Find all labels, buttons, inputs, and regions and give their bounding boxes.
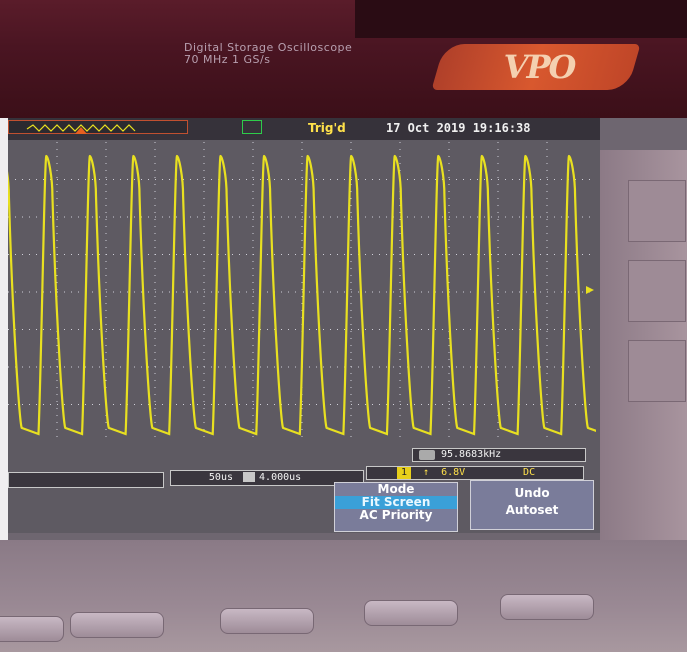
trigger-channel-badge: 1: [397, 467, 411, 479]
trigger-readout: 1 ↑ 6.8V DC: [366, 466, 584, 480]
coupling-label: DC: [523, 467, 536, 478]
oscilloscope-screen: Trig'd 17 Oct 2019 19:16:38 95.8683kHz 5…: [8, 118, 600, 533]
top-band: [355, 0, 687, 38]
channel-1-waveform: [8, 154, 596, 436]
product-spec: 70 MHz 1 GS/s: [184, 53, 271, 66]
undo-autoset-button[interactable]: Undo Autoset: [470, 480, 594, 530]
trigger-level-marker: [586, 286, 594, 294]
trigger-status: Trig'd: [308, 121, 346, 135]
softkey-1[interactable]: [0, 616, 64, 642]
trigger-mode-icon: [242, 120, 262, 134]
brand-label: Digital Storage Oscilloscope 70 MHz 1 GS…: [184, 42, 444, 66]
frequency-icon: [419, 450, 435, 460]
mode-option-ac-priority: AC Priority: [359, 508, 433, 522]
side-button-3[interactable]: [628, 340, 686, 402]
brand-logo-text: VPO: [503, 48, 577, 86]
waveform-display: [8, 142, 596, 442]
side-button-1[interactable]: [628, 180, 686, 242]
undo-subtitle: Autoset: [505, 503, 559, 517]
date-time: 17 Oct 2019 19:16:38: [386, 121, 531, 135]
side-button-2[interactable]: [628, 260, 686, 322]
mode-menu-button[interactable]: Mode Fit Screen AC Priority: [334, 482, 458, 532]
timebase-value: 50us: [208, 472, 233, 483]
horizontal-position-value: 4.000us: [259, 472, 302, 483]
frequency-value: 95.8683kHz: [441, 449, 502, 460]
rising-edge-icon: ↑: [423, 467, 430, 478]
bottom-bezel: [0, 540, 687, 652]
softkey-3[interactable]: [220, 608, 314, 634]
trigger-level: 6.8V: [441, 467, 466, 478]
softkey-4[interactable]: [364, 600, 458, 626]
softkey-5[interactable]: [500, 594, 594, 620]
channel-readout: [8, 472, 164, 488]
softkey-2[interactable]: [70, 612, 164, 638]
side-panel: [600, 150, 687, 540]
memory-position-bar: [8, 120, 188, 134]
undo-title: Undo: [514, 486, 550, 500]
memory-preview-icon: [26, 124, 136, 134]
horizontal-position-icon: [243, 472, 256, 482]
frequency-readout: 95.8683kHz: [412, 448, 586, 462]
